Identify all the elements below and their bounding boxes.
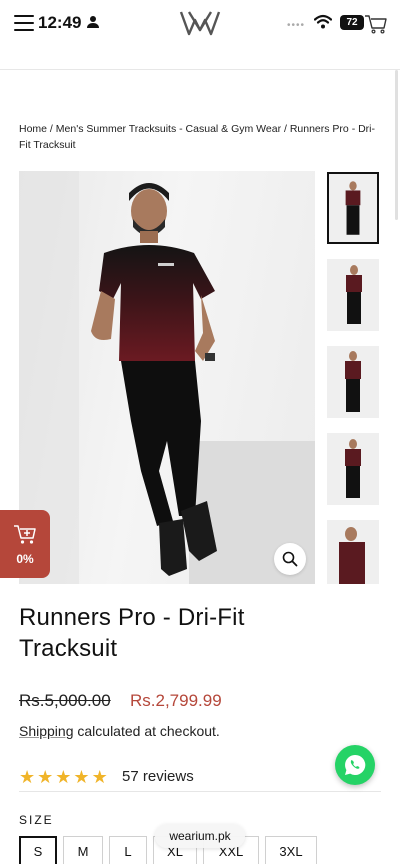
- zoom-button[interactable]: [274, 543, 306, 575]
- size-label: SIZE: [19, 813, 54, 827]
- status-bar: 12:49 •••• 72: [0, 0, 400, 46]
- shipping-text: calculated at checkout.: [73, 723, 220, 739]
- wearium-logo[interactable]: [178, 8, 222, 38]
- star-icon: ★: [91, 767, 108, 787]
- divider: [19, 791, 381, 792]
- star-icon: ★: [19, 767, 36, 787]
- whatsapp-chat-button[interactable]: [335, 745, 375, 785]
- url-pill[interactable]: wearium.pk: [155, 824, 245, 848]
- cart-icon[interactable]: [364, 14, 388, 34]
- rating-stars: ★ ★ ★ ★ ★: [19, 768, 108, 786]
- breadcrumb-separator: /: [47, 123, 56, 135]
- model-photo: [19, 171, 315, 584]
- thumbnail-4[interactable]: [327, 433, 379, 505]
- size-option-s[interactable]: S: [19, 836, 57, 864]
- size-option-l[interactable]: L: [109, 836, 147, 864]
- signal-dots: ••••: [287, 20, 306, 31]
- size-option-m[interactable]: M: [63, 836, 103, 864]
- original-price: Rs.5,000.00: [19, 691, 111, 710]
- star-icon: ★: [73, 767, 90, 787]
- star-icon: ★: [37, 767, 54, 787]
- cart-plus-icon: [14, 525, 36, 544]
- battery-icon: 72: [340, 15, 364, 30]
- hamburger-menu-icon[interactable]: [14, 15, 34, 31]
- product-title: Runners Pro - Dri-Fit Tracksuit: [19, 604, 245, 662]
- main-product-image[interactable]: [19, 171, 315, 584]
- person-icon: [87, 16, 99, 28]
- breadcrumb-home[interactable]: Home: [19, 123, 47, 135]
- zoom-icon: [282, 551, 298, 567]
- reviews-link[interactable]: 57 reviews: [122, 768, 194, 785]
- shipping-link[interactable]: Shipping: [19, 723, 74, 739]
- header-divider: [0, 69, 400, 70]
- thumbnail-3[interactable]: [327, 346, 379, 418]
- breadcrumb-separator: /: [281, 123, 290, 135]
- breadcrumb-collection[interactable]: Men's Summer Tracksuits - Casual & Gym W…: [56, 123, 281, 135]
- breadcrumb: Home / Men's Summer Tracksuits - Casual …: [19, 121, 384, 153]
- thumbnail-5[interactable]: [327, 520, 379, 584]
- cart-progress-percent: 0%: [16, 552, 34, 566]
- thumbnail-2[interactable]: [327, 259, 379, 331]
- whatsapp-icon: [345, 754, 366, 775]
- floating-cart-button[interactable]: 0%: [0, 510, 50, 578]
- size-option-3xl[interactable]: 3XL: [265, 836, 317, 864]
- sale-price: Rs.2,799.99: [130, 691, 222, 710]
- shipping-note: Shipping calculated at checkout.: [19, 723, 220, 739]
- star-icon: ★: [55, 767, 72, 787]
- status-time: 12:49: [38, 13, 82, 32]
- thumbnail-1[interactable]: [327, 172, 379, 244]
- wifi-icon: [314, 14, 332, 29]
- scrollbar[interactable]: [395, 70, 398, 220]
